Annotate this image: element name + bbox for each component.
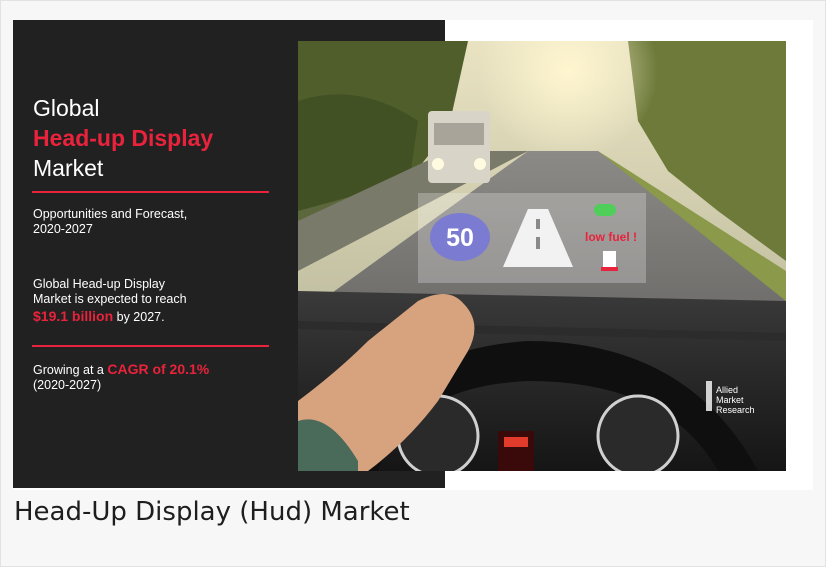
fuel-pump-icon xyxy=(603,251,616,269)
market-value-text: Global Head-up Display Market is expecte… xyxy=(33,277,187,324)
title-line-global: Global xyxy=(33,95,100,121)
divider xyxy=(32,345,269,347)
brand-line-3: Research xyxy=(716,405,755,415)
image-caption: Head-Up Display (Hud) Market xyxy=(14,497,410,527)
market-value: $19.1 billion xyxy=(33,308,114,324)
toggle-indicator xyxy=(594,204,616,216)
article-card: Global Head-up Display Market Opportunit… xyxy=(0,0,826,567)
cagr-text: Growing at a CAGR of 20.1% (2020-2027) xyxy=(33,361,210,393)
subtitle: Opportunities and Forecast, 2020-2027 xyxy=(33,207,188,236)
low-fuel-warning: low fuel ! xyxy=(585,230,637,244)
speed-value: 50 xyxy=(446,224,474,252)
divider xyxy=(32,191,269,193)
title-line-market: Market xyxy=(33,155,104,181)
hud-photo: 50 low fuel ! Allied Market Research xyxy=(298,41,786,471)
title-line-product: Head-up Display xyxy=(33,125,214,151)
brand-line-2: Market xyxy=(716,395,744,405)
market-banner-image[interactable]: Global Head-up Display Market Opportunit… xyxy=(13,20,813,490)
brand-line-1: Allied xyxy=(716,385,738,395)
cagr-value: CAGR of 20.1% xyxy=(107,361,210,377)
